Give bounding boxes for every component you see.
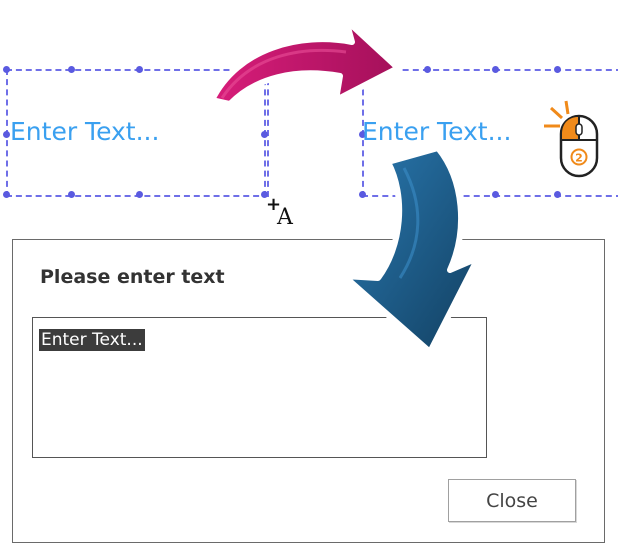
text-box-label[interactable]: Enter Text... xyxy=(362,117,511,146)
close-button[interactable]: Close xyxy=(448,479,576,522)
text-cursor-letter-icon: A xyxy=(277,205,293,230)
resize-handle[interactable] xyxy=(136,66,143,73)
resize-handle[interactable] xyxy=(554,66,561,73)
enter-text-dialog: Please enter text Enter Text... Close xyxy=(12,239,605,543)
resize-handle[interactable] xyxy=(3,191,10,198)
resize-handle[interactable] xyxy=(359,66,366,73)
resize-handle[interactable] xyxy=(554,191,561,198)
resize-handle[interactable] xyxy=(136,191,143,198)
resize-handle[interactable] xyxy=(261,131,268,138)
resize-handle[interactable] xyxy=(3,66,10,73)
resize-handle[interactable] xyxy=(68,66,75,73)
resize-handle[interactable] xyxy=(492,191,499,198)
text-box[interactable]: Enter Text... xyxy=(359,66,618,198)
resize-handle[interactable] xyxy=(3,131,10,138)
text-box-selected[interactable]: Enter Text... xyxy=(3,66,269,198)
text-input-area[interactable]: Enter Text... xyxy=(32,317,487,458)
resize-handle[interactable] xyxy=(424,191,431,198)
resize-handle[interactable] xyxy=(492,66,499,73)
resize-handle[interactable] xyxy=(424,66,431,73)
resize-handle[interactable] xyxy=(261,66,268,73)
dialog-title: Please enter text xyxy=(40,266,225,288)
resize-handle[interactable] xyxy=(359,191,366,198)
selected-text[interactable]: Enter Text... xyxy=(39,329,145,351)
resize-handle[interactable] xyxy=(68,191,75,198)
text-box-label[interactable]: Enter Text... xyxy=(10,117,159,146)
